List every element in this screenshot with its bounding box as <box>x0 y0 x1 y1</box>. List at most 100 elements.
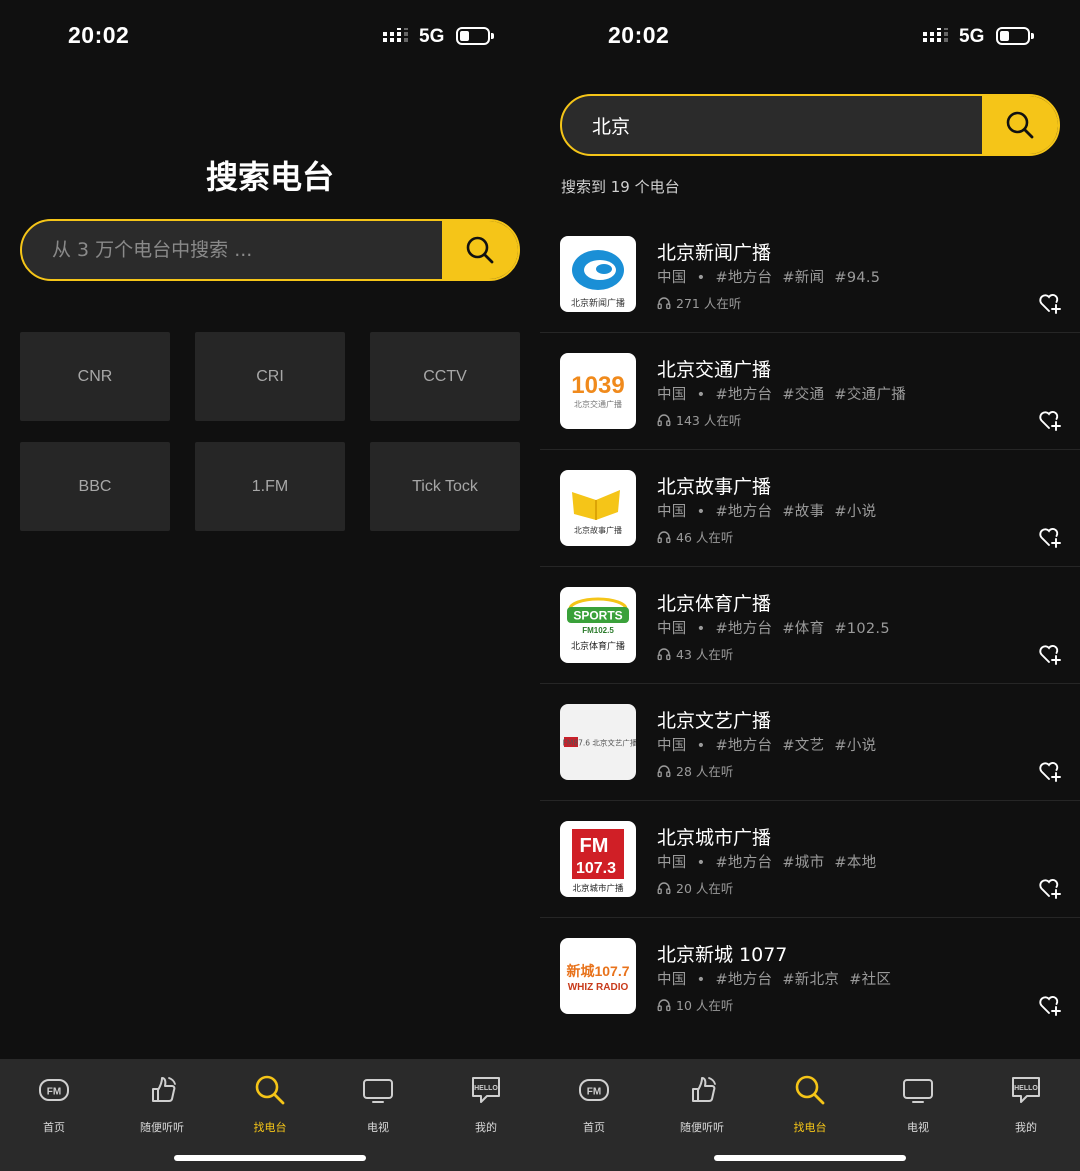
page-title: 搜索电台 <box>205 158 334 196</box>
svg-text:北京城市广播: 北京城市广播 <box>572 883 624 894</box>
tab-home[interactable]: FM 首页 <box>554 1073 634 1134</box>
svg-text:北京新闻广播: 北京新闻广播 <box>571 297 625 309</box>
svg-text:北京体育广播: 北京体育广播 <box>571 640 625 652</box>
station-row[interactable]: 北京故事广播 北京故事广播 中国 • #地方台 #故事 #小说 46 人在听 <box>540 450 1080 567</box>
station-tags: 中国 • #地方台 #文艺 #小说 <box>657 738 877 754</box>
hand-icon <box>152 1077 176 1102</box>
svg-text:HELLO: HELLO <box>474 1085 498 1092</box>
tab-mine[interactable]: HELLO 我的 <box>446 1073 526 1134</box>
tab-random[interactable]: 随便听听 <box>662 1073 742 1134</box>
favorite-add-icon[interactable] <box>1038 877 1062 899</box>
search-button[interactable] <box>442 221 518 279</box>
status-bar: 20:02 5G <box>0 0 540 75</box>
favorite-add-icon[interactable] <box>1038 526 1062 548</box>
category-tick-tock[interactable]: Tick Tock <box>370 442 520 531</box>
home-indicator <box>174 1155 366 1161</box>
listener-count: 43 人在听 <box>657 644 733 663</box>
station-row[interactable]: FM87.6 北京文艺广播 北京文艺广播 中国 • #地方台 #文艺 #小说 28 人在… <box>540 684 1080 801</box>
hello-badge-icon: HELLO <box>472 1077 500 1103</box>
status-bar: 20:02 5G <box>540 0 1080 75</box>
headphones-icon <box>657 296 671 309</box>
tab-random[interactable]: 随便听听 <box>122 1073 202 1134</box>
listener-count: 271 人在听 <box>657 293 741 312</box>
listener-count: 20 人在听 <box>657 878 733 897</box>
tab-home[interactable]: FM 首页 <box>14 1073 94 1134</box>
favorite-add-icon[interactable] <box>1038 994 1062 1016</box>
story-book-logo: 北京故事广播 <box>560 470 636 546</box>
headphones-icon <box>657 647 671 660</box>
status-time: 20:02 <box>608 22 670 48</box>
tab-find-station[interactable]: 找电台 <box>230 1073 310 1134</box>
favorite-add-icon[interactable] <box>1038 292 1062 314</box>
battery-tip <box>1031 33 1034 39</box>
beijing-news-logo: 北京新闻广播 <box>560 236 636 312</box>
category-grid: CNR CRI CCTV BBC 1.FM Tick Tock <box>20 332 520 531</box>
svg-text:HELLO: HELLO <box>1014 1085 1038 1092</box>
hello-badge-icon: HELLO <box>1012 1077 1040 1103</box>
battery-tip <box>491 33 494 39</box>
headphones-icon <box>657 998 671 1011</box>
station-name: 北京文艺广播 <box>657 710 772 732</box>
category-bbc[interactable]: BBC <box>20 442 170 531</box>
svg-text:WHIZ RADIO: WHIZ RADIO <box>568 982 629 993</box>
station-name: 北京体育广播 <box>657 593 772 615</box>
category-cnr[interactable]: CNR <box>20 332 170 421</box>
favorite-add-icon[interactable] <box>1038 760 1062 782</box>
listener-count: 10 人在听 <box>657 995 733 1014</box>
station-name: 北京故事广播 <box>657 476 772 498</box>
fm1073-logo: FM 107.3 北京城市广播 <box>560 821 636 897</box>
svg-text:107.3: 107.3 <box>576 860 616 877</box>
favorite-add-icon[interactable] <box>1038 643 1062 665</box>
tv-icon <box>903 1079 933 1103</box>
favorite-add-icon[interactable] <box>1038 409 1062 431</box>
listener-count: 143 人在听 <box>657 410 741 429</box>
search-icon <box>255 1075 285 1105</box>
sports-logo: SPORTS FM102.5 北京体育广播 <box>560 587 636 663</box>
svg-text:FM102.5: FM102.5 <box>582 626 614 635</box>
search-icon <box>466 236 494 264</box>
svg-text:1039: 1039 <box>571 372 624 399</box>
station-tags: 中国 • #地方台 #体育 #102.5 <box>657 621 890 637</box>
svg-text:SPORTS: SPORTS <box>573 609 622 623</box>
svg-text:北京故事广播: 北京故事广播 <box>574 525 622 535</box>
station-row[interactable]: 新城107.7 WHIZ RADIO 北京新城 1077 中国 • #地方台 #新北京 #… <box>540 918 1080 1035</box>
search-bar <box>20 219 520 281</box>
battery-icon <box>456 27 490 45</box>
station-tags: 中国 • #地方台 #新北京 #社区 <box>657 972 892 988</box>
svg-text:北京交通广播: 北京交通广播 <box>574 399 622 409</box>
tab-tv[interactable]: 电视 <box>878 1073 958 1134</box>
tab-find-station[interactable]: 找电台 <box>770 1073 850 1134</box>
headphones-icon <box>657 881 671 894</box>
hand-icon <box>692 1077 716 1102</box>
search-input[interactable] <box>22 221 444 279</box>
headphones-icon <box>657 764 671 777</box>
headphones-icon <box>657 413 671 426</box>
signal-icon <box>383 28 408 42</box>
search-home-screen: 20:02 5G 搜索电台 CNR CRI CCTV BBC 1.FM Tick… <box>0 0 540 1171</box>
station-name: 北京新闻广播 <box>657 242 772 264</box>
category-cri[interactable]: CRI <box>195 332 345 421</box>
network-type: 5G <box>419 26 445 47</box>
search-input[interactable] <box>562 96 984 154</box>
tab-tv[interactable]: 电视 <box>338 1073 418 1134</box>
search-icon <box>1006 111 1034 139</box>
station-tags: 中国 • #地方台 #故事 #小说 <box>657 504 877 520</box>
search-results-screen: 20:02 5G 搜索到 19 个电台 北京新闻广播 北京新闻广播 中国•#地方… <box>540 0 1080 1171</box>
1039-logo: 1039 北京交通广播 <box>560 353 636 429</box>
station-row[interactable]: FM 107.3 北京城市广播 北京城市广播 中国 • #地方台 #城市 #本地 20 人在… <box>540 801 1080 918</box>
whiz-radio-logo: 新城107.7 WHIZ RADIO <box>560 938 636 1014</box>
tab-mine[interactable]: HELLO 我的 <box>986 1073 1066 1134</box>
fm-icon: FM <box>579 1079 609 1101</box>
station-name: 北京交通广播 <box>657 359 772 381</box>
svg-text:FM87.6 北京文艺广播: FM87.6 北京文艺广播 <box>563 738 636 748</box>
search-button[interactable] <box>982 96 1058 154</box>
category-1fm[interactable]: 1.FM <box>195 442 345 531</box>
category-cctv[interactable]: CCTV <box>370 332 520 421</box>
station-row[interactable]: 1039 北京交通广播 北京交通广播 中国 • #地方台 #交通 #交通广播 143 人在… <box>540 333 1080 450</box>
station-row[interactable]: 北京新闻广播 北京新闻广播 中国 • #地方台 #新闻 #94.5 271 人在听 <box>540 216 1080 333</box>
home-indicator <box>714 1155 906 1161</box>
station-row[interactable]: SPORTS FM102.5 北京体育广播 北京体育广播 中国 • #地方台 #体育 #10… <box>540 567 1080 684</box>
station-tags: 中国 • #地方台 #交通 #交通广播 <box>657 387 907 403</box>
listener-count: 28 人在听 <box>657 761 733 780</box>
search-bar <box>560 94 1060 156</box>
